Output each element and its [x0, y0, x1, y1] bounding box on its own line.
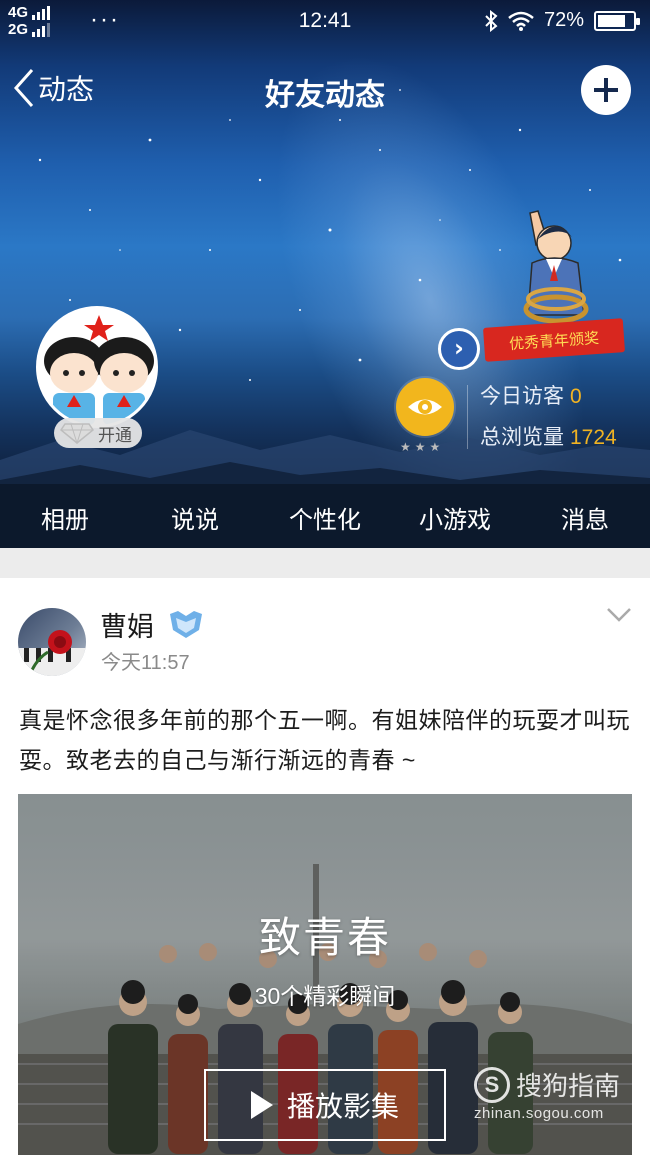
- post-body-text: 真是怀念很多年前的那个五一啊。有姐妹陪伴的玩耍才叫玩耍。致老去的自己与渐行渐远的…: [19, 707, 630, 773]
- vip-open-badge[interactable]: 开通: [54, 418, 142, 448]
- total-views[interactable]: 总浏览量 1724: [480, 421, 617, 451]
- play-icon: [250, 1091, 273, 1119]
- visitor-divider: [467, 385, 468, 449]
- play-album-button[interactable]: 播放影集: [204, 1069, 446, 1141]
- navigation-bar: 动态 好友动态: [0, 60, 650, 120]
- visitor-rating-stars: ★★★: [400, 440, 445, 454]
- visitor-eye-button[interactable]: [396, 378, 454, 436]
- video-title: 致青春: [258, 914, 391, 961]
- video-subtitle: 30个精彩瞬间: [254, 983, 396, 1009]
- open-badge-label: 开通: [98, 425, 132, 445]
- chevron-down-icon[interactable]: [606, 606, 632, 624]
- tab-shuoshuo[interactable]: 说说: [130, 500, 260, 535]
- total-views-count: 1724: [570, 426, 617, 449]
- visitors-today-count: 0: [570, 385, 582, 408]
- wifi-icon: [508, 11, 534, 31]
- tab-personalize[interactable]: 个性化: [260, 500, 390, 535]
- watermark-url: zhinan.sogou.com: [474, 1105, 604, 1122]
- bluetooth-icon: [485, 9, 498, 32]
- diamond-icon: [60, 423, 94, 444]
- sogou-logo-icon: S: [474, 1066, 510, 1103]
- rose-piano-avatar-icon: [18, 630, 86, 676]
- award-arrow-button[interactable]: ›: [438, 328, 480, 370]
- page-title: 好友动态: [265, 79, 385, 112]
- tab-album[interactable]: 相册: [0, 500, 130, 535]
- vip-level-icon: [170, 611, 202, 638]
- status-icons: 72%: [484, 9, 640, 32]
- post-author-name[interactable]: 曹娟: [100, 605, 154, 644]
- watermark-name: 搜狗指南: [516, 1071, 621, 1101]
- profile-avatar[interactable]: [36, 306, 158, 428]
- youth-award-illustration[interactable]: 优秀青年颁奖: [470, 205, 630, 365]
- tab-mini-games[interactable]: 小游戏: [390, 500, 520, 535]
- status-bar: 4G 2G ··· 12:41 72%: [0, 0, 650, 42]
- cartoon-kids-avatar-icon: [39, 309, 155, 425]
- total-views-label: 总浏览量: [480, 426, 564, 449]
- post-author-avatar[interactable]: [18, 608, 86, 676]
- battery-icon: [594, 10, 640, 31]
- section-divider: [0, 548, 650, 578]
- add-post-button[interactable]: [581, 65, 631, 115]
- play-album-label: 播放影集: [286, 1091, 399, 1122]
- visitors-today[interactable]: 今日访客 0: [480, 380, 582, 410]
- post-timestamp: 今天11:57: [101, 652, 190, 674]
- eye-icon: [408, 399, 442, 415]
- profile-banner: 4G 2G ··· 12:41 72% 动态 好友动态 开通 优秀青年颁奖 › …: [0, 0, 650, 548]
- battery-percentage: 72%: [543, 9, 584, 31]
- tab-messages[interactable]: 消息: [520, 500, 650, 535]
- profile-tab-bar: 相册 说说 个性化 小游戏 消息: [0, 484, 650, 548]
- sogou-watermark: S 搜狗指南 zhinan.sogou.com: [474, 1066, 620, 1122]
- visitors-today-label: 今日访客: [480, 385, 564, 408]
